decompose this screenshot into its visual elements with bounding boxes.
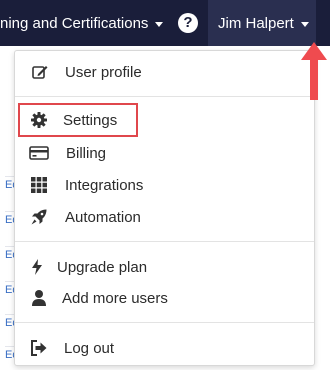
training-certifications-label: ning and Certifications: [0, 14, 149, 32]
user-dropdown-menu: User profile Settings Billing Integratio…: [14, 50, 315, 366]
menu-item-label: Add more users: [62, 289, 168, 307]
grid-icon: [29, 175, 49, 195]
background-link[interactable]: Ed: [5, 211, 14, 228]
background-link[interactable]: Ed: [5, 314, 14, 331]
menu-item-add-more-users[interactable]: Add more users: [15, 284, 314, 312]
menu-divider: [15, 241, 314, 242]
menu-item-label: Upgrade plan: [57, 258, 148, 276]
menu-divider: [15, 96, 314, 97]
bolt-icon: [27, 257, 47, 277]
credit-card-icon: [29, 143, 49, 163]
menu-item-billing[interactable]: Billing: [15, 139, 314, 167]
background-link[interactable]: Ed: [5, 176, 14, 193]
help-icon[interactable]: ?: [178, 13, 198, 33]
user-name: Jim Halpert: [218, 14, 294, 32]
menu-divider: [15, 322, 314, 323]
menu-item-label: User profile: [65, 63, 142, 81]
background-link[interactable]: Ed: [5, 346, 14, 363]
menu-item-user-profile[interactable]: User profile: [15, 58, 314, 86]
chevron-down-icon: [300, 21, 309, 27]
background-link[interactable]: Ed: [5, 246, 14, 263]
rocket-icon: [29, 207, 49, 227]
user-icon: [29, 288, 49, 308]
menu-item-label: Integrations: [65, 176, 144, 194]
top-navbar: ning and Certifications ? Jim Halpert: [0, 0, 330, 46]
annotation-arrow-icon: [301, 42, 327, 100]
background-link[interactable]: Ed: [5, 281, 14, 298]
menu-item-label: Log out: [64, 339, 115, 357]
settings-highlight-box: [18, 103, 138, 137]
chevron-down-icon: [155, 21, 164, 27]
menu-item-log-out[interactable]: Log out: [15, 334, 314, 362]
menu-item-label: Billing: [66, 144, 107, 162]
menu-item-label: Automation: [65, 208, 141, 226]
menu-item-integrations[interactable]: Integrations: [15, 171, 314, 199]
training-certifications-menu[interactable]: ning and Certifications: [0, 0, 170, 46]
background-list: Ed Ed Ed Ed Ed Ed: [0, 46, 14, 370]
menu-item-upgrade-plan[interactable]: Upgrade plan: [15, 253, 314, 281]
edit-icon: [30, 62, 50, 82]
menu-item-automation[interactable]: Automation: [15, 203, 314, 231]
sign-out-icon: [29, 338, 49, 358]
